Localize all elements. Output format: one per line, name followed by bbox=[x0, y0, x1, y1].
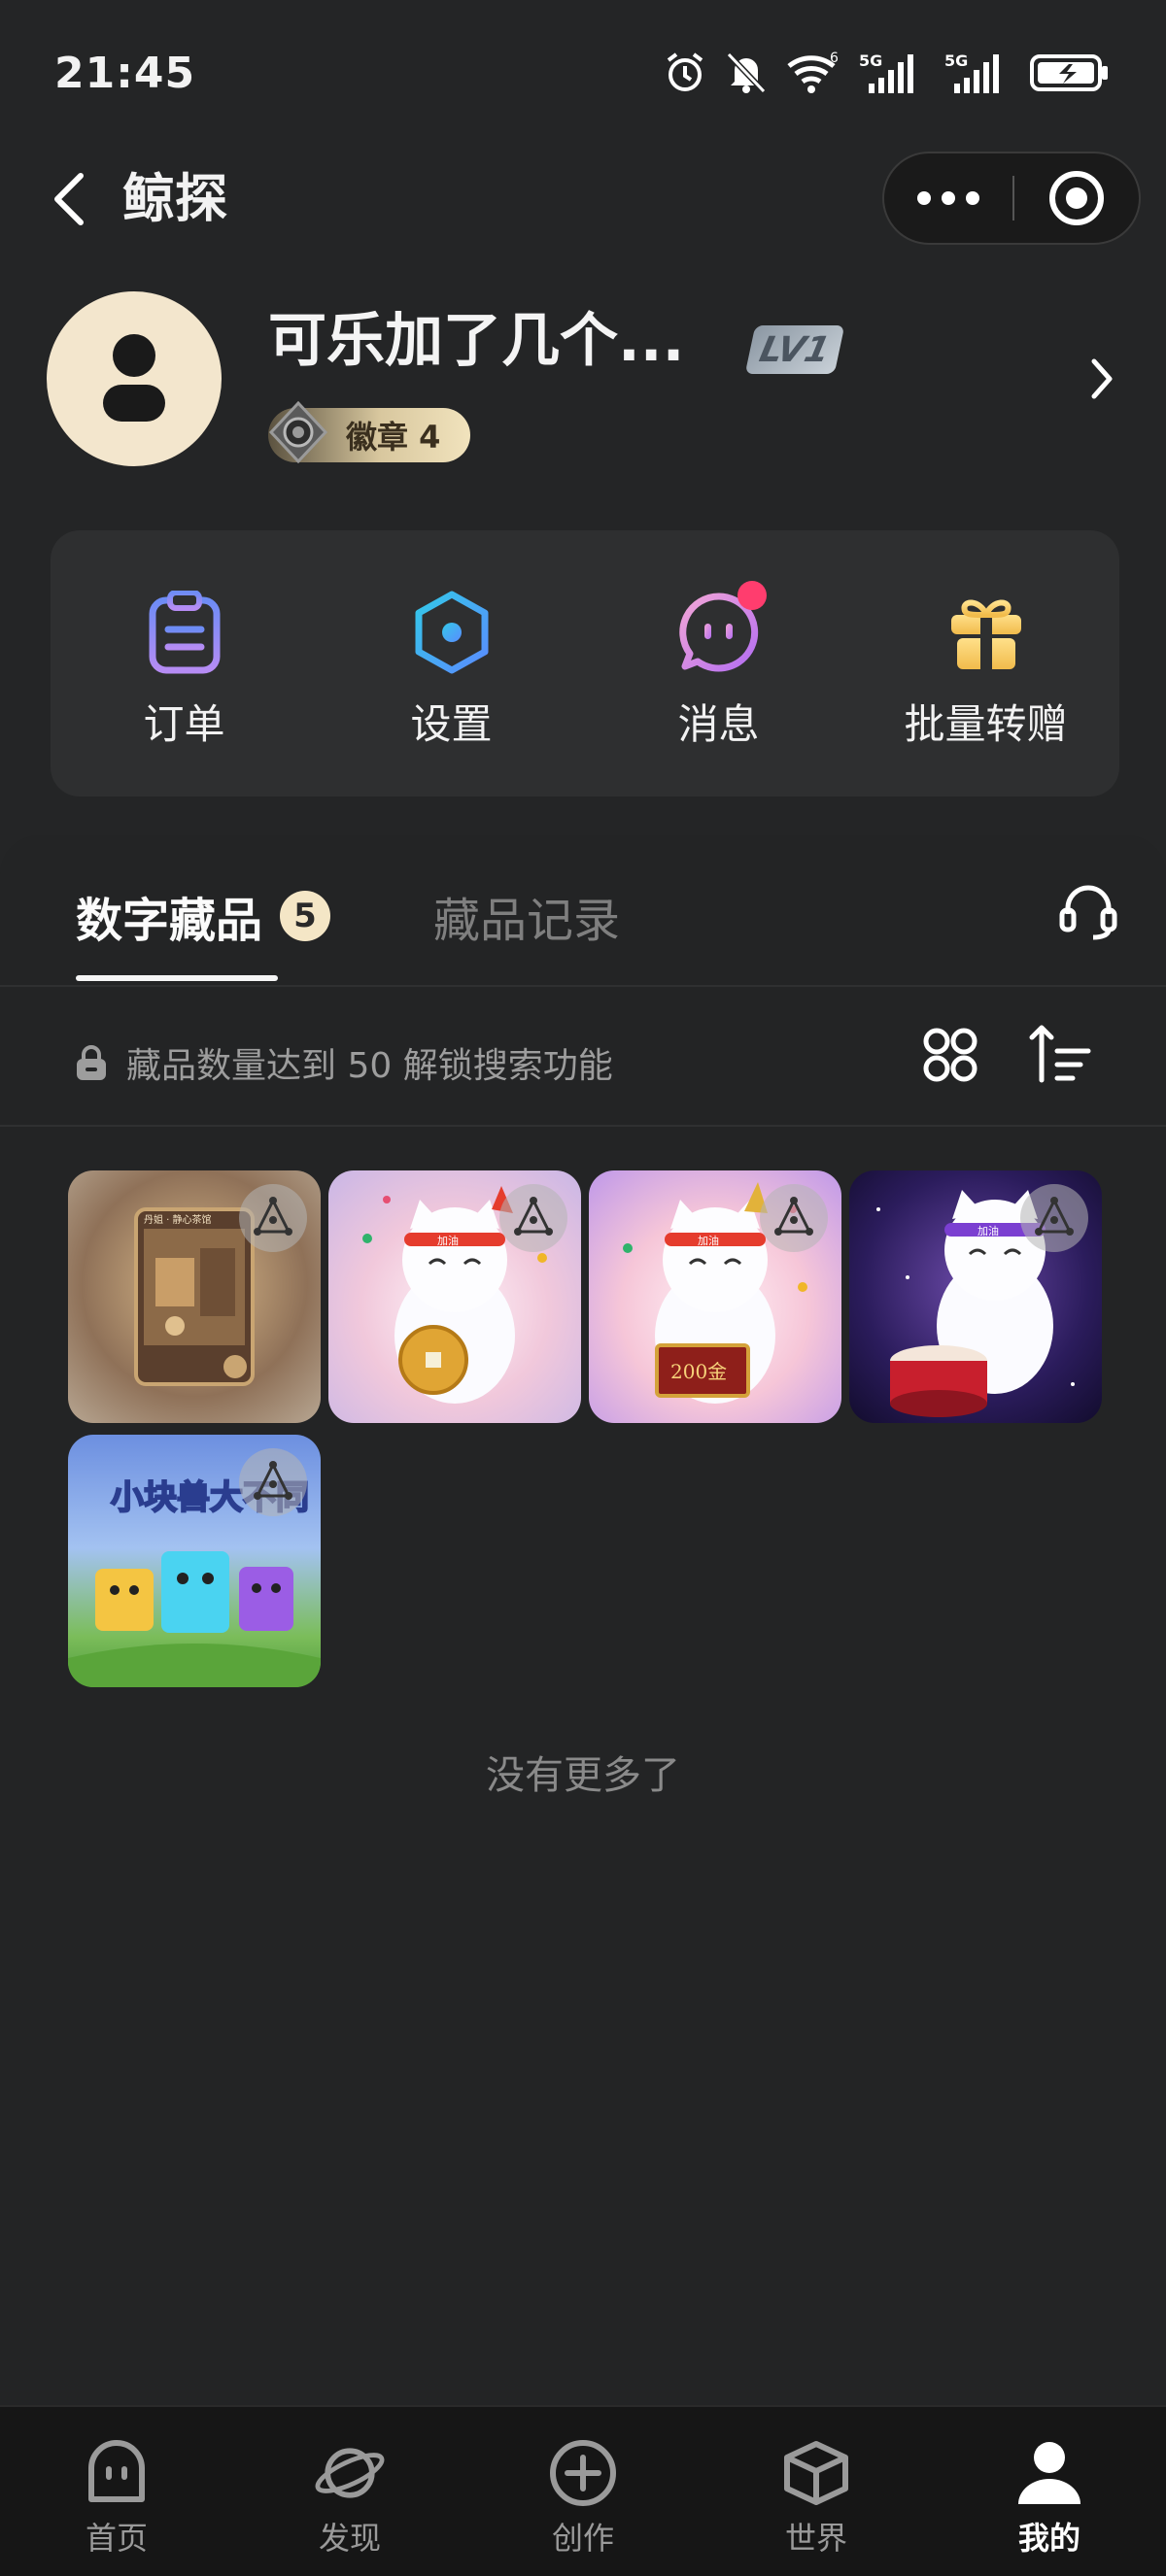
home-face-icon bbox=[80, 2436, 154, 2510]
collection-tabs: 数字藏品 5 藏品记录 bbox=[0, 835, 1166, 987]
profile-chevron-icon[interactable] bbox=[1075, 340, 1129, 418]
collectible-count-badge: 5 bbox=[280, 891, 331, 941]
medal-icon bbox=[264, 398, 332, 466]
batch-transfer-label: 批量转赠 bbox=[904, 700, 1068, 748]
svg-text:6: 6 bbox=[830, 51, 839, 66]
svg-text:加油: 加油 bbox=[437, 1234, 459, 1247]
chat-face-icon bbox=[675, 581, 767, 676]
status-icons: 6 5G 5G bbox=[663, 51, 1112, 95]
alarm-icon bbox=[663, 51, 707, 95]
wifi-icon: 6 bbox=[785, 51, 841, 95]
blockchain-badge-icon bbox=[239, 1184, 307, 1252]
person-icon bbox=[1012, 2436, 1086, 2510]
messages-label: 消息 bbox=[677, 700, 760, 748]
person-silhouette-icon bbox=[103, 334, 165, 422]
end-of-list-text: 没有更多了 bbox=[486, 1753, 680, 1798]
sort-icon bbox=[1029, 1025, 1091, 1083]
settings-label: 设置 bbox=[410, 700, 493, 748]
nav-home-label: 首页 bbox=[85, 2520, 148, 2557]
tab-digital-collectibles-label: 数字藏品 bbox=[76, 894, 263, 948]
nav-me[interactable]: 我的 bbox=[933, 2407, 1166, 2576]
customer-service-button[interactable] bbox=[1057, 880, 1119, 942]
miniapp-capsule bbox=[882, 152, 1141, 245]
orders-button[interactable]: 订单 bbox=[51, 530, 318, 797]
level-badge: LV1 bbox=[744, 325, 845, 374]
search-lock-note: 藏品数量达到 50 解锁搜索功能 bbox=[74, 1037, 613, 1088]
plus-circle-icon bbox=[546, 2436, 620, 2510]
avatar[interactable] bbox=[47, 291, 222, 466]
blockchain-badge-icon bbox=[1020, 1184, 1088, 1252]
battery-charging-icon bbox=[1030, 51, 1112, 95]
status-bar: 21:45 6 5G 5G bbox=[0, 0, 1166, 146]
search-lock-text: 藏品数量达到 50 解锁搜索功能 bbox=[126, 1046, 613, 1086]
hexagon-icon bbox=[408, 589, 496, 676]
svg-text:5G: 5G bbox=[859, 51, 882, 70]
cell-signal-2-icon: 5G bbox=[944, 51, 1012, 95]
svg-text:丹姐 · 静心茶馆: 丹姐 · 静心茶馆 bbox=[144, 1213, 212, 1226]
blockchain-badge-icon bbox=[760, 1184, 828, 1252]
target-circle-icon bbox=[1049, 171, 1104, 225]
collectible-card-4[interactable]: 加油 bbox=[849, 1170, 1102, 1423]
cube-icon bbox=[779, 2436, 853, 2510]
profile-header[interactable]: 可乐加了几个... LV1 徽章 4 bbox=[0, 282, 1166, 476]
nav-discover[interactable]: 发现 bbox=[233, 2407, 466, 2576]
nav-me-label: 我的 bbox=[1017, 2520, 1080, 2557]
tab-collection-records[interactable]: 藏品记录 bbox=[433, 882, 620, 950]
messages-button[interactable]: 消息 bbox=[585, 530, 852, 797]
page-title: 鲸探 bbox=[122, 168, 227, 229]
nav-home[interactable]: 首页 bbox=[0, 2407, 233, 2576]
planet-icon bbox=[313, 2436, 387, 2510]
clipboard-icon bbox=[141, 589, 228, 676]
username: 可乐加了几个... bbox=[268, 307, 685, 375]
collectible-card-5[interactable]: 小块兽大不同 bbox=[68, 1435, 321, 1687]
nav-world-label: 世界 bbox=[784, 2520, 847, 2557]
batch-transfer-button[interactable]: 批量转赠 bbox=[852, 530, 1119, 797]
collection-panel: 数字藏品 5 藏品记录 藏品数量达到 50 解锁搜索功能 丹姐 · 静心茶馆 加… bbox=[0, 835, 1166, 2405]
blockchain-badge-icon bbox=[239, 1448, 307, 1516]
collectible-card-1[interactable]: 丹姐 · 静心茶馆 bbox=[68, 1170, 321, 1423]
sort-button[interactable] bbox=[1026, 1020, 1094, 1088]
notification-dot bbox=[737, 581, 767, 610]
tab-digital-collectibles[interactable]: 数字藏品 5 bbox=[76, 882, 331, 950]
lock-icon bbox=[77, 1045, 106, 1080]
svg-text:加油: 加油 bbox=[698, 1234, 719, 1247]
quick-actions: 订单 设置 消息 批量转赠 bbox=[51, 530, 1119, 797]
title-bar: 鲸探 bbox=[0, 146, 1166, 253]
gift-icon bbox=[943, 589, 1030, 676]
headset-icon bbox=[1059, 885, 1117, 940]
orders-label: 订单 bbox=[143, 700, 225, 748]
nav-world[interactable]: 世界 bbox=[700, 2407, 933, 2576]
cell-signal-1-icon: 5G bbox=[859, 51, 927, 95]
nav-discover-label: 发现 bbox=[318, 2520, 381, 2557]
grid-view-button[interactable] bbox=[921, 1026, 979, 1084]
more-dots-icon bbox=[917, 191, 979, 205]
close-miniapp-button[interactable] bbox=[1014, 153, 1139, 243]
svg-text:加油: 加油 bbox=[977, 1224, 999, 1237]
more-button[interactable] bbox=[884, 153, 1012, 243]
svg-text:5G: 5G bbox=[944, 51, 968, 70]
grid-view-icon bbox=[923, 1028, 977, 1082]
bottom-nav: 首页 发现 创作 世界 我的 bbox=[0, 2405, 1166, 2576]
collectible-card-2[interactable]: 加油 bbox=[328, 1170, 581, 1423]
status-time: 21:45 bbox=[54, 48, 196, 98]
back-button[interactable] bbox=[35, 165, 103, 233]
blockchain-badge-icon bbox=[499, 1184, 567, 1252]
back-chevron-icon bbox=[54, 173, 84, 225]
collection-toolbar: 藏品数量达到 50 解锁搜索功能 bbox=[0, 987, 1166, 1127]
settings-button[interactable]: 设置 bbox=[318, 530, 585, 797]
active-tab-underline bbox=[76, 975, 278, 981]
mute-bell-icon bbox=[725, 51, 768, 95]
collectible-card-3[interactable]: 加油 200金 bbox=[589, 1170, 841, 1423]
nav-create[interactable]: 创作 bbox=[466, 2407, 700, 2576]
nav-create-label: 创作 bbox=[551, 2520, 614, 2557]
svg-text:200金: 200金 bbox=[670, 1360, 727, 1383]
